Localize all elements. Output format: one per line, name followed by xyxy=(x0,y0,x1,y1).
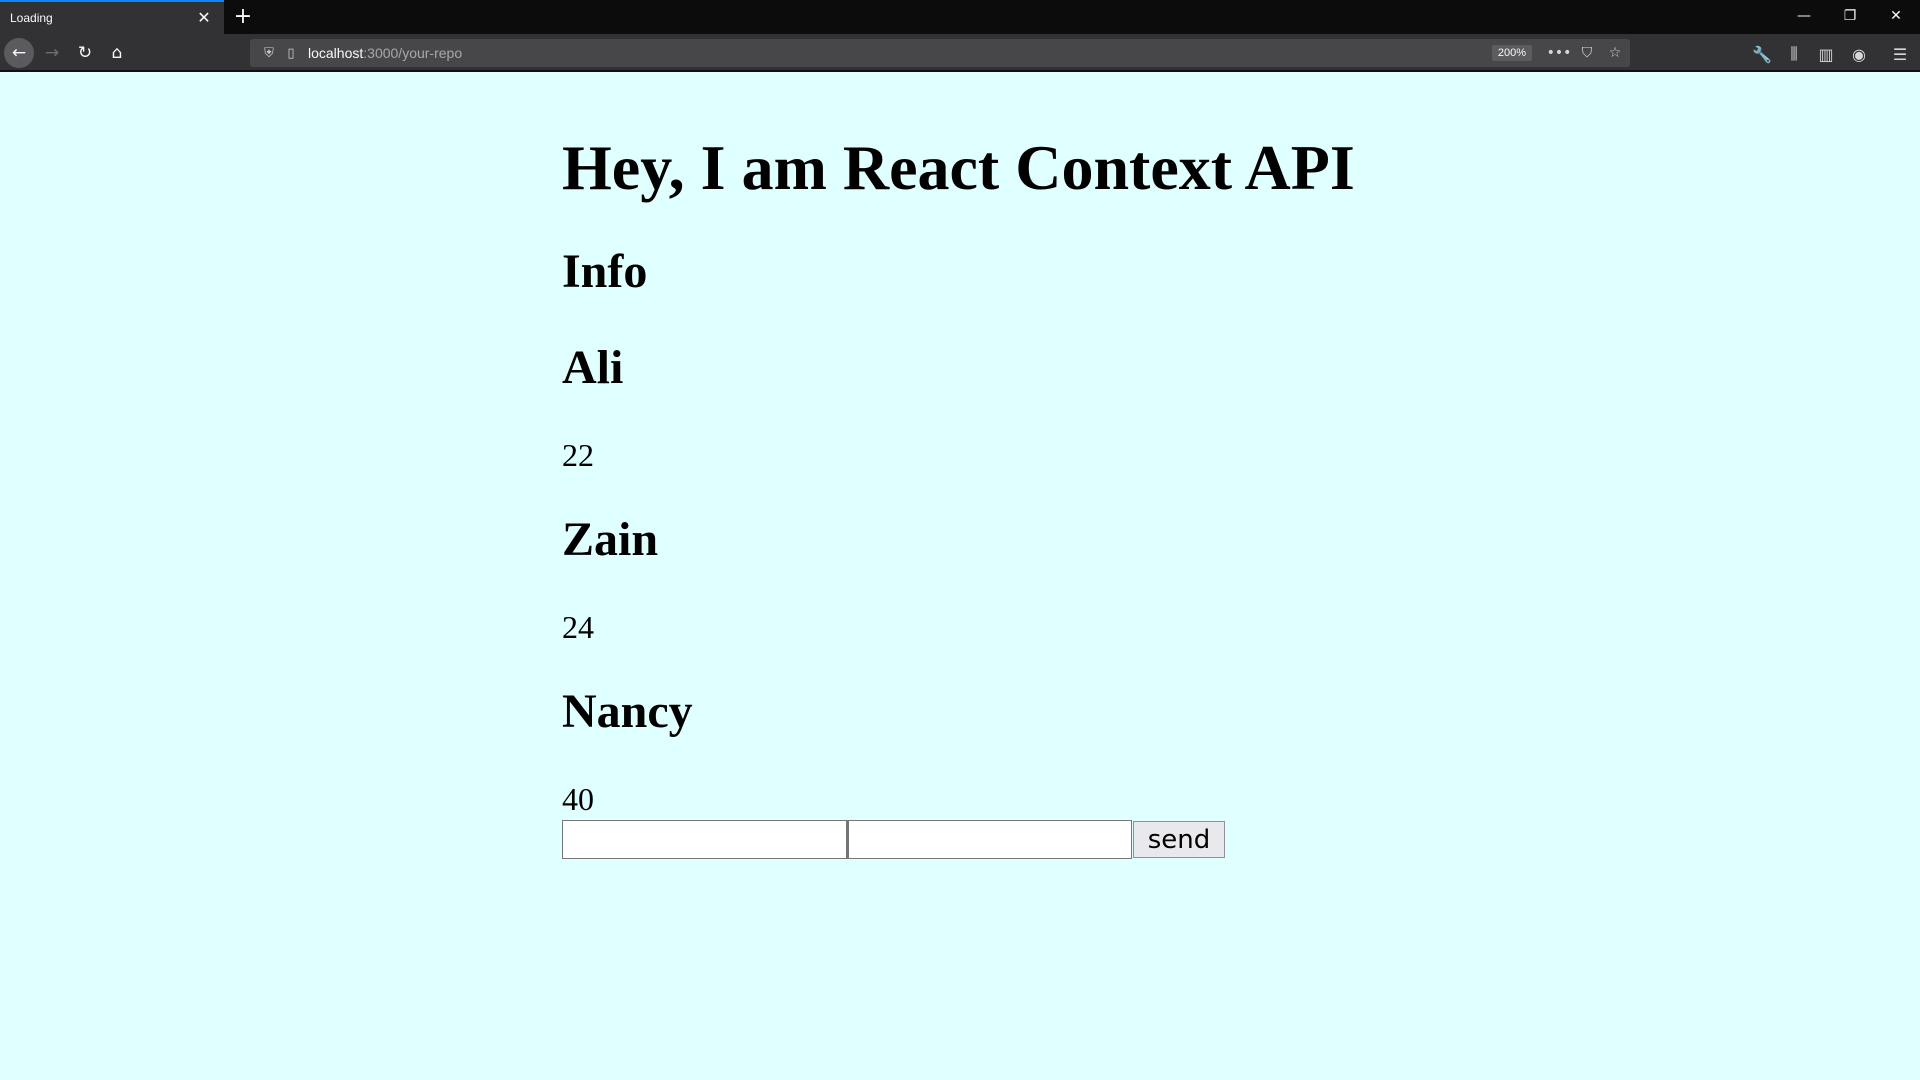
url-host: localhost xyxy=(308,45,364,61)
sidebar-icon[interactable]: ▥ xyxy=(1812,40,1840,68)
add-person-form: send xyxy=(562,820,1562,860)
app-root: Hey, I am React Context API Info Ali 22 … xyxy=(562,74,1562,860)
person-age: 24 xyxy=(562,608,594,645)
page-viewport: Hey, I am React Context API Info Ali 22 … xyxy=(0,74,1920,1080)
person-age: 22 xyxy=(562,436,594,473)
person-item: Zain 24 xyxy=(562,511,1562,646)
info-heading: Info xyxy=(562,244,648,298)
browser-tab-active[interactable]: Loading ✕ xyxy=(0,0,224,34)
new-tab-button[interactable]: + xyxy=(230,4,256,30)
person-item: Nancy 40 xyxy=(562,683,1562,818)
person-item: Ali 22 xyxy=(562,339,1562,474)
forward-button[interactable]: → xyxy=(37,38,67,68)
minimize-button[interactable]: — xyxy=(1782,0,1826,32)
page-info-icon[interactable]: ▯ xyxy=(280,42,302,64)
url-path: :3000/your-repo xyxy=(363,45,463,61)
navigation-toolbar: ← → ↻ ⌂ ⛨ ▯ localhost:3000/your-repo 200… xyxy=(0,34,1920,72)
shield-icon[interactable]: ⛨ xyxy=(258,42,280,64)
person-name: Nancy xyxy=(562,685,693,739)
tab-title: Loading xyxy=(10,11,53,25)
page-title: Hey, I am React Context API xyxy=(562,132,1355,203)
tab-close-icon[interactable]: ✕ xyxy=(194,8,214,28)
bookmark-star-icon[interactable]: ☆ xyxy=(1602,41,1628,65)
person-name: Ali xyxy=(562,341,624,395)
hamburger-menu-icon[interactable]: ☰ xyxy=(1886,40,1914,68)
people-list: Ali 22 Zain 24 Nancy 40 xyxy=(562,339,1562,818)
age-input[interactable] xyxy=(847,820,1132,860)
zoom-level-badge[interactable]: 200% xyxy=(1491,45,1532,61)
restore-button[interactable]: ❐ xyxy=(1828,0,1872,32)
name-input[interactable] xyxy=(562,820,847,860)
close-window-button[interactable]: ✕ xyxy=(1874,0,1918,32)
library-icon[interactable]: ⫼ xyxy=(1780,40,1808,68)
send-button[interactable]: send xyxy=(1133,821,1225,859)
back-button[interactable]: ← xyxy=(4,38,34,68)
url-bar[interactable]: ⛨ ▯ localhost:3000/your-repo 200% ••• ⛉ … xyxy=(250,39,1630,67)
tools-wrench-icon[interactable]: 🔧 xyxy=(1748,40,1776,68)
pocket-icon[interactable]: ⛉ xyxy=(1574,41,1600,65)
home-button[interactable]: ⌂ xyxy=(102,38,132,68)
reload-button[interactable]: ↻ xyxy=(70,38,100,68)
person-age: 40 xyxy=(562,780,594,817)
account-icon[interactable]: ◉ xyxy=(1845,40,1873,68)
title-bar: Loading ✕ + — ❐ ✕ xyxy=(0,0,1920,34)
url-text[interactable]: localhost:3000/your-repo xyxy=(308,45,1492,61)
page-actions-icon[interactable]: ••• xyxy=(1546,41,1572,65)
person-name: Zain xyxy=(562,513,659,567)
